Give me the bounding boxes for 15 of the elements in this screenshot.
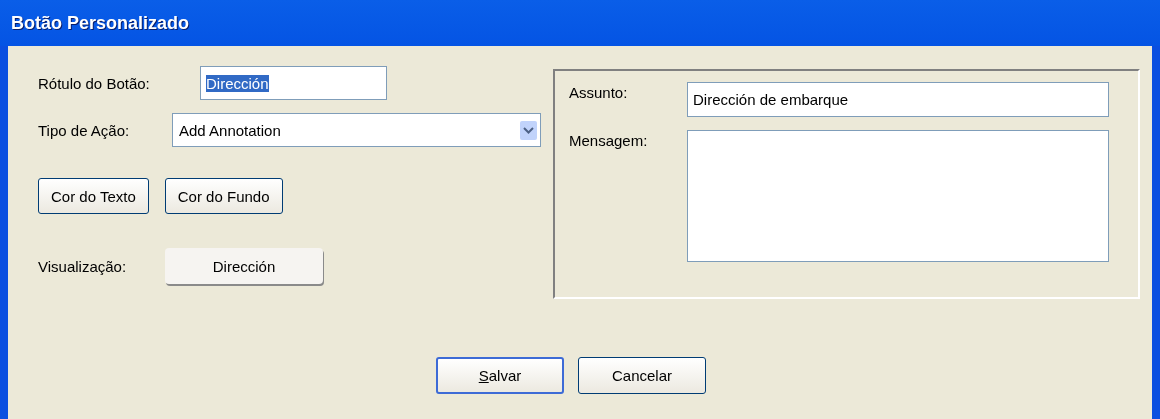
action-dropdown[interactable]: Add Annotation: [172, 113, 541, 147]
dialog-button[interactable]: Cancelar: [578, 357, 706, 394]
label-field[interactable]: Dirección: [200, 66, 387, 100]
color-button[interactable]: Cor do Fundo: [164, 178, 283, 214]
dialog-button[interactable]: Salvar: [436, 357, 564, 394]
preview-button[interactable]: Dirección: [165, 248, 323, 284]
message-field[interactable]: [687, 130, 1109, 262]
window-title: Botão Personalizado: [11, 12, 190, 34]
field-label: Mensagem:: [569, 131, 649, 149]
field-label: Tipo de Ação:: [38, 121, 131, 139]
field-label: Rótulo do Botão:: [38, 74, 151, 92]
subject-field[interactable]: Dirección de embarque: [687, 82, 1109, 117]
field-label: Assunto:: [569, 83, 629, 101]
color-button[interactable]: Cor do Texto: [38, 178, 149, 214]
preview-label: Visualização:: [38, 257, 128, 275]
